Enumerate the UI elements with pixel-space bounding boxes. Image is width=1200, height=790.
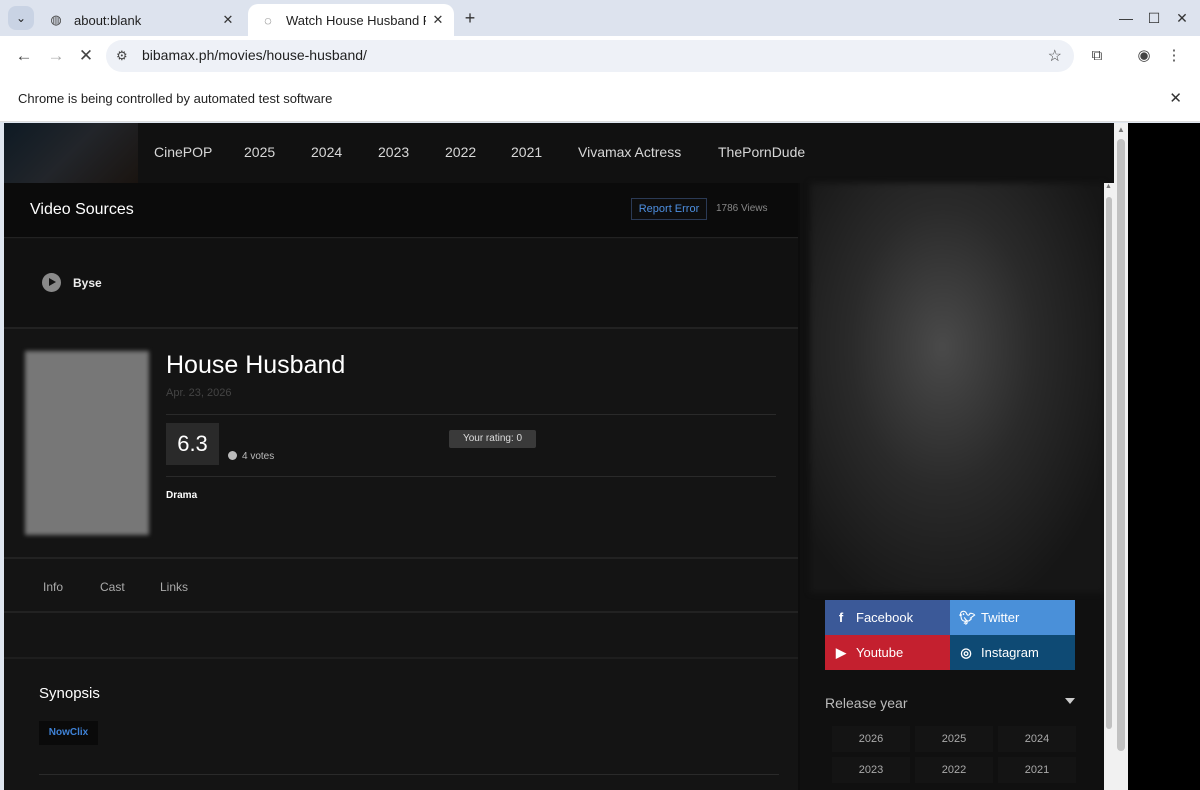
new-tab-button[interactable]: + [458,8,482,28]
globe-icon: ◍ [50,12,62,27]
bookmark-star-icon[interactable]: ☆ [1048,46,1062,66]
tab-house-husband[interactable]: ◌ Watch House Husband FULL ✕ [248,4,454,36]
site-header: CinePOP 2025 2024 2023 2022 2021 Vivamax… [4,123,1114,183]
close-window-button[interactable]: ✕ [1168,6,1196,30]
youtube-button[interactable]: ▶ Youtube [825,635,950,670]
minimize-button[interactable]: — [1112,6,1140,30]
nav-cinepop[interactable]: CinePOP [154,144,212,160]
instagram-label: Instagram [981,645,1039,660]
main-column: Video Sources Report Error 1786 Views By… [4,183,798,790]
synopsis-title: Synopsis [39,685,100,702]
year-2024[interactable]: 2024 [998,726,1076,752]
window-margin [1128,123,1200,790]
rating-score: 6.3 [166,423,219,465]
tab-cast[interactable]: Cast [100,580,125,594]
content-tabs: Info Cast Links [4,561,798,613]
tab-about-blank[interactable]: ◍ about:blank ✕ [36,4,244,36]
genre-link[interactable]: Drama [166,490,197,501]
source-byse[interactable]: Byse [73,276,102,290]
youtube-icon: ▶ [836,645,846,660]
scrollbar-thumb[interactable] [1117,139,1125,751]
tab-info[interactable]: Info [43,580,63,594]
twitter-button[interactable]: 🐦︎ Twitter [950,600,1075,635]
caret-down-icon [1065,698,1075,704]
movie-info: House Husband Apr. 23, 2026 6.3 4 votes … [4,331,798,559]
sidebar-scrollbar[interactable]: ▲ [1104,183,1114,790]
twitter-icon: 🐦︎ [959,610,976,625]
scrollbar-thumb[interactable] [1106,197,1112,729]
facebook-icon: f [838,610,844,625]
maximize-button[interactable]: ☐ [1140,6,1168,30]
site-info-icon[interactable]: ⚙ [116,48,128,64]
nav-2024[interactable]: 2024 [311,144,342,160]
url-text: bibamax.ph/movies/house-husband/ [142,47,367,63]
address-bar[interactable]: ⚙ bibamax.ph/movies/house-husband/ ☆ [106,40,1074,72]
year-2021[interactable]: 2021 [998,757,1076,783]
nav-2022[interactable]: 2022 [445,144,476,160]
synopsis-section: Synopsis NowClix [4,661,798,790]
page-scrollbar[interactable]: ▲ [1114,123,1128,790]
facebook-button[interactable]: f Facebook [825,600,950,635]
twitter-label: Twitter [981,610,1020,625]
infobar-message: Chrome is being controlled by automated … [18,91,333,106]
back-button[interactable]: ← [10,42,38,70]
play-icon[interactable] [42,273,61,292]
release-date: Apr. 23, 2026 [166,387,232,399]
tab-content [4,615,798,659]
stop-loading-button[interactable]: ✕ [72,42,100,70]
site-logo[interactable] [4,123,138,183]
vote-count-text: 4 votes [242,451,275,462]
nav-theporndude[interactable]: ThePornDude [718,144,805,160]
extensions-icon[interactable]: ⧉ [1085,44,1109,68]
divider [39,774,779,775]
divider [166,414,776,415]
video-sources-title: Video Sources [30,201,134,218]
year-2022[interactable]: 2022 [915,757,993,783]
sidebar-banner-image[interactable] [810,183,1104,593]
browser-toolbar: ← → ✕ ⚙ bibamax.ph/movies/house-husband/… [0,36,1200,76]
year-2026[interactable]: 2026 [832,726,910,752]
scroll-up-icon[interactable]: ▲ [1105,183,1112,190]
video-source-list: Byse [4,239,798,329]
youtube-label: Youtube [856,645,904,660]
profile-icon[interactable]: ◉ [1132,44,1156,68]
forward-button[interactable]: → [42,42,70,70]
nav-2021[interactable]: 2021 [511,144,542,160]
movie-title: House Husband [166,351,346,379]
release-year-label: Release year [825,695,908,711]
sidebar: f Facebook 🐦︎ Twitter ▶ Youtube ◎ Instagram … [800,183,1114,790]
nowclix-tag[interactable]: NowClix [39,721,98,745]
report-error-button[interactable]: Report Error [631,198,707,220]
year-2025[interactable]: 2025 [915,726,993,752]
year-2023[interactable]: 2023 [832,757,910,783]
tab-links[interactable]: Links [160,580,188,594]
nav-2025[interactable]: 2025 [244,144,275,160]
tab-search-button[interactable]: ⌄ [8,6,34,30]
menu-icon[interactable]: ⋮ [1162,44,1186,68]
release-year-select[interactable]: Release year [825,688,1077,718]
loading-icon: ◌ [264,12,272,28]
close-tab-icon[interactable]: ✕ [216,12,240,28]
divider [166,476,776,477]
nav-vivamax-actress[interactable]: Vivamax Actress [578,144,681,160]
automation-infobar: Chrome is being controlled by automated … [0,76,1200,122]
instagram-icon: ◎ [960,645,972,660]
video-sources-header: Video Sources Report Error 1786 Views [4,183,798,238]
view-count: 1786 Views [716,203,768,214]
close-tab-icon[interactable]: ✕ [426,12,450,28]
close-infobar-icon[interactable]: ✕ [1169,89,1182,107]
movie-poster [25,351,149,535]
chevron-down-icon: ⌄ [15,11,27,25]
tab-title: about:blank [74,12,142,28]
instagram-button[interactable]: ◎ Instagram [950,635,1075,670]
tab-title: Watch House Husband FULL [286,12,426,28]
your-rating[interactable]: Your rating: 0 [449,430,536,448]
scroll-up-icon[interactable]: ▲ [1117,125,1125,134]
user-icon [228,451,237,460]
facebook-label: Facebook [856,610,914,625]
vote-count: 4 votes [228,451,274,462]
page-viewport: CinePOP 2025 2024 2023 2022 2021 Vivamax… [4,123,1128,790]
tab-strip: ⌄ ◍ about:blank ✕ ◌ Watch House Husband … [0,0,1200,36]
nav-2023[interactable]: 2023 [378,144,409,160]
